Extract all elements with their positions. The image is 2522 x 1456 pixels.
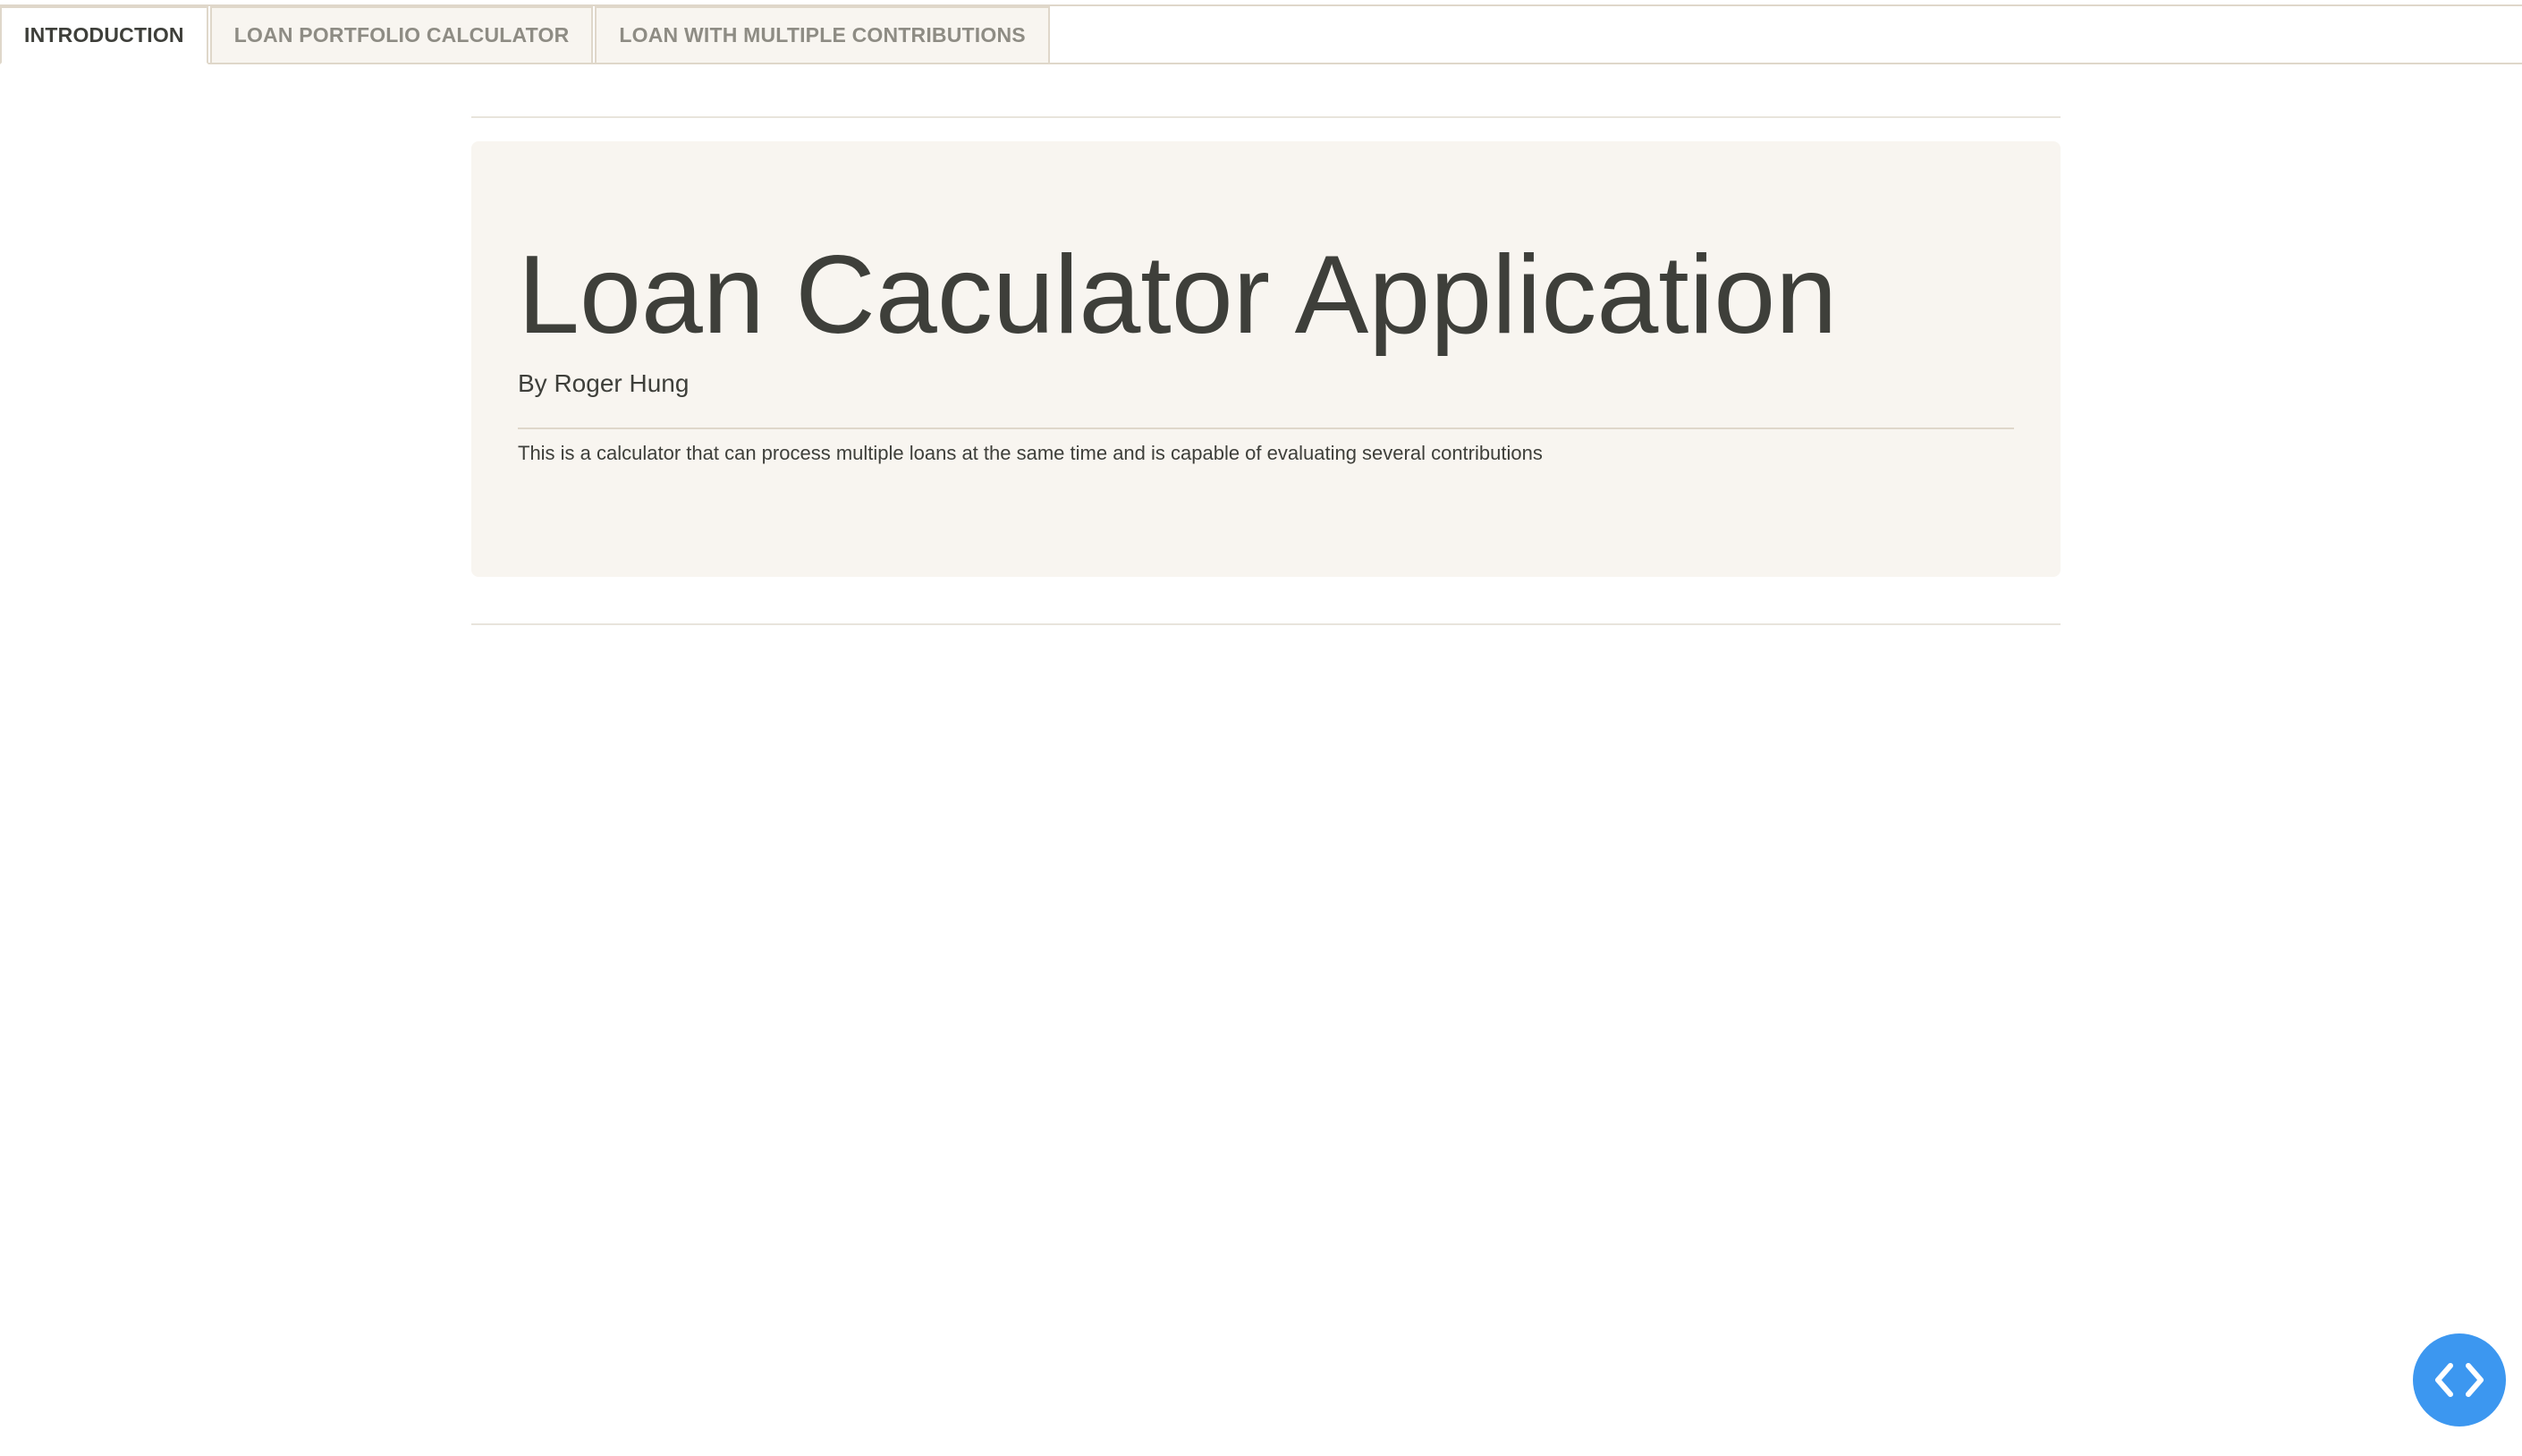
- description-text: This is a calculator that can process mu…: [518, 442, 1543, 464]
- code-toggle-button[interactable]: [2413, 1333, 2506, 1426]
- page-title: Loan Caculator Application: [518, 233, 1838, 357]
- code-icon: [2435, 1363, 2484, 1397]
- tab-bar: INTRODUCTION LOAN PORTFOLIO CALCULATOR L…: [0, 6, 2522, 64]
- top-divider: [471, 116, 2061, 118]
- tab-introduction[interactable]: INTRODUCTION: [0, 6, 208, 64]
- tab-loan-with-multiple-contributions[interactable]: LOAN WITH MULTIPLE CONTRIBUTIONS: [595, 6, 1050, 64]
- top-border: [0, 0, 2522, 6]
- tab-loan-portfolio-calculator[interactable]: LOAN PORTFOLIO CALCULATOR: [209, 6, 594, 64]
- bottom-divider: [471, 623, 2061, 625]
- jumbotron: Loan Caculator Application By Roger Hung…: [471, 141, 2061, 577]
- author-byline: By Roger Hung: [518, 369, 690, 397]
- jumbotron-divider: [518, 427, 2014, 429]
